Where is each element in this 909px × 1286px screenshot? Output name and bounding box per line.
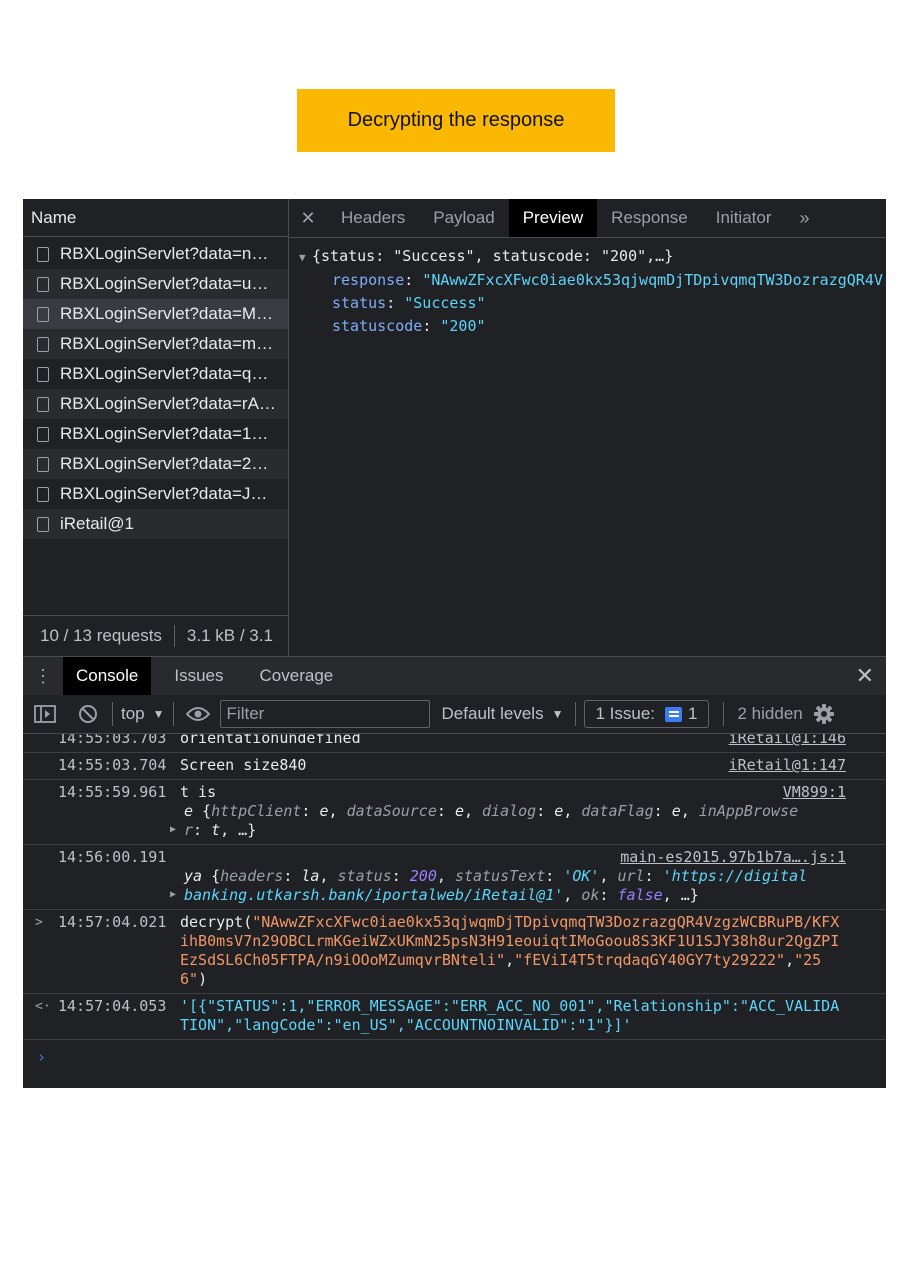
preview-tree: ▼ {status: "Success", statuscode: "200",…… — [299, 245, 884, 338]
preview-summary[interactable]: ▼ {status: "Success", statuscode: "200",…… — [299, 245, 884, 269]
document-icon — [37, 516, 49, 532]
object-preview[interactable]: ▶ ya {headers: la, status: 200, statusTe… — [58, 867, 846, 905]
divider — [112, 702, 113, 726]
eye-icon[interactable] — [185, 706, 210, 722]
request-row[interactable]: RBXLoginServlet?data=1… — [23, 419, 288, 449]
drawer-tabbar: ⋮ Console Issues Coverage ✕ — [23, 656, 886, 696]
detail-tabs: ✕ Headers Payload Preview Response Initi… — [289, 199, 886, 238]
expand-triangle-icon[interactable]: ▶ — [170, 885, 176, 904]
preview-statuscode-line: statuscode: "200" — [332, 317, 486, 335]
console-message: > 14:57:04.021 decrypt("NAwwZFxcXFwc0iae… — [23, 910, 886, 994]
document-icon — [37, 486, 49, 502]
more-vertical-icon[interactable]: ⋮ — [23, 657, 63, 695]
dropdown-arrow-icon: ▼ — [152, 707, 165, 721]
source-link[interactable]: main-es2015.97b1b7a….js:1 — [620, 848, 846, 867]
console-toolbar: top ▼ Default levels ▼ 1 Issue: 1 2 hidd… — [23, 695, 886, 734]
close-icon[interactable]: ✕ — [289, 199, 327, 237]
network-status-bar: 10 / 13 requests 3.1 kB / 3.1 — [23, 615, 288, 656]
source-link[interactable]: iRetail@1:146 — [729, 734, 846, 748]
console-message: 14:55:59.961 t is VM899:1 ▶ e {httpClient… — [23, 780, 886, 845]
console-prompt[interactable]: › — [23, 1040, 886, 1067]
filter-input[interactable] — [219, 700, 430, 728]
name-column-header[interactable]: Name — [23, 199, 288, 237]
request-list: RBXLoginServlet?data=n… RBXLoginServlet?… — [23, 239, 288, 539]
request-row[interactable]: RBXLoginServlet?data=u… — [23, 269, 288, 299]
request-row[interactable]: RBXLoginServlet?data=n… — [23, 239, 288, 269]
tab-console[interactable]: Console — [63, 657, 152, 695]
request-row[interactable]: RBXLoginServlet?data=q… — [23, 359, 288, 389]
document-icon — [37, 246, 49, 262]
source-link[interactable]: VM899:1 — [783, 783, 846, 802]
console-message: 14:55:03.703 orientationundefined iRetail… — [23, 734, 886, 753]
request-row-selected[interactable]: RBXLoginServlet?data=M… — [23, 299, 288, 329]
document-icon — [37, 276, 49, 292]
document-icon — [37, 456, 49, 472]
console-message: <· 14:57:04.053 '[{"STATUS":1,"ERROR_MES… — [23, 994, 886, 1040]
expand-triangle-icon[interactable]: ▼ — [299, 246, 312, 269]
devtools-window: Name RBXLoginServlet?data=n… RBXLoginSer… — [23, 199, 886, 1088]
document-icon — [37, 336, 49, 352]
preview-response-line: response: "NAwwZFxcXFwc0iae0kx53qjwqmDjT… — [332, 271, 884, 289]
divider — [172, 702, 174, 726]
console-message: 14:55:03.704 Screen size840 iRetail@1:147 — [23, 753, 886, 780]
tab-response[interactable]: Response — [597, 199, 702, 237]
clear-console-icon[interactable] — [78, 704, 98, 724]
network-request-panel: Name RBXLoginServlet?data=n… RBXLoginSer… — [23, 199, 289, 656]
message-icon — [665, 706, 683, 722]
preview-status-line: status: "Success" — [332, 294, 486, 312]
expand-triangle-icon[interactable]: ▶ — [170, 820, 176, 839]
decrypt-result: '[{"STATUS":1,"ERROR_MESSAGE":"ERR_ACC_N… — [180, 997, 840, 1034]
tab-headers[interactable]: Headers — [327, 199, 419, 237]
divider — [575, 702, 577, 726]
tab-coverage[interactable]: Coverage — [247, 657, 347, 695]
hidden-count: 2 hidden — [737, 704, 803, 723]
document-icon — [37, 426, 49, 442]
tab-initiator[interactable]: Initiator — [702, 199, 786, 237]
request-row[interactable]: RBXLoginServlet?data=J… — [23, 479, 288, 509]
console-message: 14:56:00.191 main-es2015.97b1b7a….js:1 ▶… — [23, 845, 886, 910]
sidebar-toggle-icon[interactable] — [34, 705, 56, 723]
console-log: 14:55:03.703 orientationundefined iRetail… — [23, 734, 886, 1088]
decrypt-call: decrypt("NAwwZFxcXFwc0iae0kx53qjwqmDjTDp… — [180, 913, 840, 988]
request-row[interactable]: iRetail@1 — [23, 509, 288, 539]
gear-icon[interactable] — [813, 703, 835, 725]
tab-preview[interactable]: Preview — [508, 199, 598, 237]
divider — [722, 702, 724, 726]
document-icon — [37, 366, 49, 382]
source-link[interactable]: iRetail@1:147 — [729, 756, 846, 775]
request-detail-panel: ✕ Headers Payload Preview Response Initi… — [289, 199, 886, 656]
request-row[interactable]: RBXLoginServlet?data=m… — [23, 329, 288, 359]
more-tabs-chevron-icon[interactable]: » — [785, 199, 823, 237]
issues-button[interactable]: 1 Issue: 1 — [584, 700, 709, 728]
tab-payload[interactable]: Payload — [419, 199, 508, 237]
object-preview[interactable]: ▶ e {httpClient: e, dataSource: e, dialo… — [58, 802, 846, 840]
close-drawer-icon[interactable]: ✕ — [856, 657, 874, 695]
document-icon — [37, 396, 49, 412]
dropdown-arrow-icon: ▼ — [551, 707, 564, 721]
output-chevron-icon: <· — [35, 999, 51, 1014]
input-chevron-icon: > — [35, 915, 43, 930]
request-row[interactable]: RBXLoginServlet?data=2… — [23, 449, 288, 479]
log-levels-dropdown[interactable]: Default levels ▼ — [442, 704, 564, 724]
divider — [173, 625, 175, 647]
request-count: 10 / 13 requests — [40, 626, 162, 645]
title-banner: Decrypting the response — [297, 89, 615, 152]
tab-issues[interactable]: Issues — [161, 657, 236, 695]
transfer-size: 3.1 kB / 3.1 — [186, 626, 273, 645]
context-selector[interactable]: top ▼ — [121, 704, 165, 724]
request-row[interactable]: RBXLoginServlet?data=rA… — [23, 389, 288, 419]
document-icon — [37, 306, 49, 322]
